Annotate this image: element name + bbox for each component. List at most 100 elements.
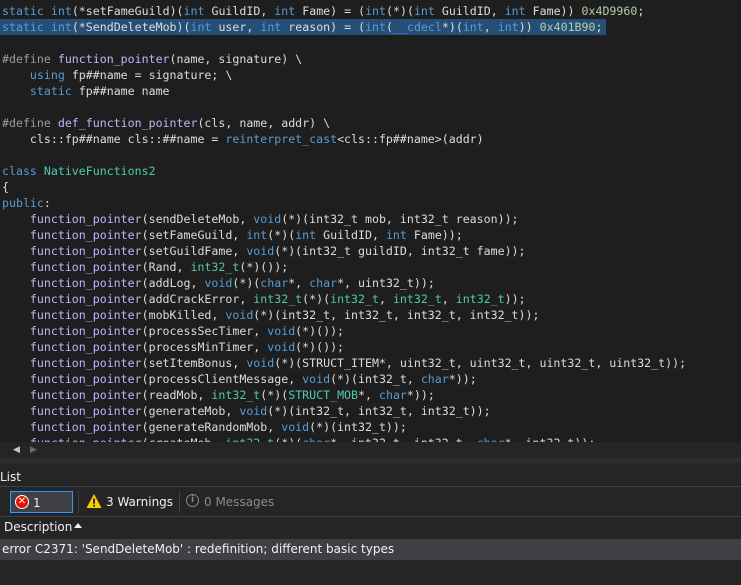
code-token: GuildID, — [434, 4, 505, 18]
code-token: fp##name name — [78, 84, 170, 98]
code-line[interactable]: using fp##name = signature; \ — [2, 67, 232, 83]
code-token: (*)( — [386, 4, 414, 18]
code-token: *, uint32_t)); — [337, 276, 435, 290]
scroll-right-icon[interactable]: ▶ — [30, 446, 37, 455]
scroll-left-icon[interactable]: ◀ — [13, 446, 20, 455]
code-token: STRUCT_MOB — [288, 388, 359, 402]
messages-filter-button[interactable]: i 0 Messages — [185, 491, 275, 513]
code-token: (*)(int32_t mob, int32_t reason)); — [281, 212, 519, 226]
code-token: int — [183, 4, 205, 18]
code-token: static — [2, 20, 51, 34]
code-token: GuildID, — [316, 228, 386, 242]
code-line[interactable]: function_pointer(setGuildFame, void(*)(i… — [2, 243, 526, 259]
code-token: GuildID, — [204, 4, 275, 18]
code-token: void — [246, 244, 275, 258]
code-line[interactable]: function_pointer(addCrackError, int32_t(… — [2, 291, 526, 307]
code-token: Fame)) — [525, 4, 582, 18]
code-token: char — [378, 388, 407, 402]
code-line[interactable]: function_pointer(addLog, void(*)(char*, … — [2, 275, 435, 291]
code-line[interactable]: function_pointer(sendDeleteMob, void(*)(… — [2, 211, 519, 227]
code-token: (*)()); — [295, 340, 345, 354]
code-line[interactable]: function_pointer(createMob, int32_t(*)(c… — [2, 435, 595, 442]
code-line[interactable]: class NativeFunctions2 — [2, 163, 156, 179]
code-token: __cdecl — [393, 20, 442, 34]
code-line[interactable]: function_pointer(generateMob, void(*)(in… — [2, 403, 491, 419]
code-token: function_pointer — [29, 244, 142, 258]
code-line[interactable]: function_pointer(generateRandomMob, void… — [2, 419, 407, 435]
panel-title: List — [0, 470, 21, 484]
code-line[interactable]: static fp##name name — [2, 83, 170, 99]
code-token: function_pointer — [29, 212, 142, 226]
code-token: void — [246, 356, 275, 370]
code-token: <cls::fp##name>(addr) — [337, 132, 484, 146]
warnings-filter-button[interactable]: 3 Warnings — [84, 491, 174, 513]
code-line[interactable]: #define def_function_pointer(cls, name, … — [2, 115, 330, 131]
code-token: int32_t — [211, 388, 261, 402]
code-line[interactable]: function_pointer(processMinTimer, void(*… — [2, 339, 344, 355]
code-line[interactable]: function_pointer(processClientMessage, v… — [2, 371, 477, 387]
code-line[interactable]: function_pointer(processSecTimer, void(*… — [2, 323, 344, 339]
warnings-filter-label: 3 Warnings — [106, 495, 174, 509]
code-token: (setGuildFame, — [141, 244, 247, 258]
code-token: *)); — [448, 372, 477, 386]
code-token: (generateMob, — [141, 404, 240, 418]
code-token: (*)( — [232, 276, 261, 290]
errors-filter-button[interactable]: ✕ 1 Error — [10, 491, 73, 532]
horizontal-scrollbar[interactable]: ◀ ▶ — [0, 442, 741, 458]
code-token: (processClientMessage, — [141, 372, 303, 386]
code-line[interactable]: function_pointer(readMob, int32_t(*)(STR… — [2, 387, 435, 403]
code-line-selected[interactable]: static int(*SendDeleteMob)(int user, int… — [0, 19, 606, 35]
toolbar-separator — [179, 491, 180, 513]
code-token: (sendDeleteMob, — [141, 212, 254, 226]
code-token: char — [420, 372, 449, 386]
code-token: void — [267, 340, 296, 354]
code-token: (*)(int32_t, int32_t, int32_t, int32_t))… — [253, 308, 540, 322]
code-token: *)); — [406, 388, 435, 402]
code-token: Fame)); — [406, 228, 463, 242]
code-token: char — [260, 276, 289, 290]
code-token: (*)( — [267, 228, 296, 242]
code-token: (readMob, — [141, 388, 212, 402]
code-line[interactable]: function_pointer(Rand, int32_t(*)()); — [2, 259, 288, 275]
code-line[interactable]: function_pointer(setFameGuild, int(*)(in… — [2, 227, 463, 243]
code-token: function_pointer — [29, 324, 142, 338]
code-token: (cls, name, addr) \ — [197, 116, 331, 130]
code-line[interactable]: public: — [2, 195, 51, 211]
messages-filter-label: 0 Messages — [204, 495, 275, 509]
code-token: static — [29, 84, 79, 98]
code-token: (processSecTimer, — [141, 324, 268, 338]
code-token: (*)( — [302, 292, 331, 306]
code-line[interactable]: static int(*setFameGuild)(int GuildID, i… — [2, 3, 644, 19]
code-token: )) — [518, 20, 540, 34]
code-token: (*)(int32_t guildID, int32_t fame)); — [274, 244, 526, 258]
code-line[interactable]: { — [2, 179, 9, 195]
code-token: (*)( — [260, 388, 289, 402]
code-token: function_pointer — [29, 404, 142, 418]
code-token: )( — [176, 20, 191, 34]
code-line[interactable]: #define function_pointer(name, signature… — [2, 51, 302, 67]
code-line[interactable]: function_pointer(setItemBonus, void(*)(S… — [2, 355, 686, 371]
code-editor[interactable]: static int(*setFameGuild)(int GuildID, i… — [0, 0, 741, 442]
code-token: (setFameGuild, — [141, 228, 247, 242]
panel-splitter[interactable] — [0, 458, 741, 463]
code-token: NativeFunctions2 — [43, 164, 156, 178]
code-token: (processMinTimer, — [141, 340, 268, 354]
code-token: int32_t — [190, 260, 240, 274]
code-token: function_pointer — [29, 276, 142, 290]
code-token: , — [441, 292, 456, 306]
code-line[interactable]: function_pointer(mobKilled, void(*)(int3… — [2, 307, 540, 323]
code-token: (addCrackError, — [141, 292, 254, 306]
code-line[interactable]: cls::fp##name cls::##name = reinterpret_… — [2, 131, 484, 147]
error-row[interactable]: error C2371: 'SendDeleteMob' : redefinit… — [0, 539, 741, 560]
code-token: function_pointer — [29, 388, 142, 402]
code-token: reason) = ( — [281, 20, 366, 34]
code-token: )( — [169, 4, 184, 18]
code-token: cls::fp##name cls::##name = — [2, 132, 226, 146]
column-header-description[interactable]: Description — [0, 517, 741, 538]
